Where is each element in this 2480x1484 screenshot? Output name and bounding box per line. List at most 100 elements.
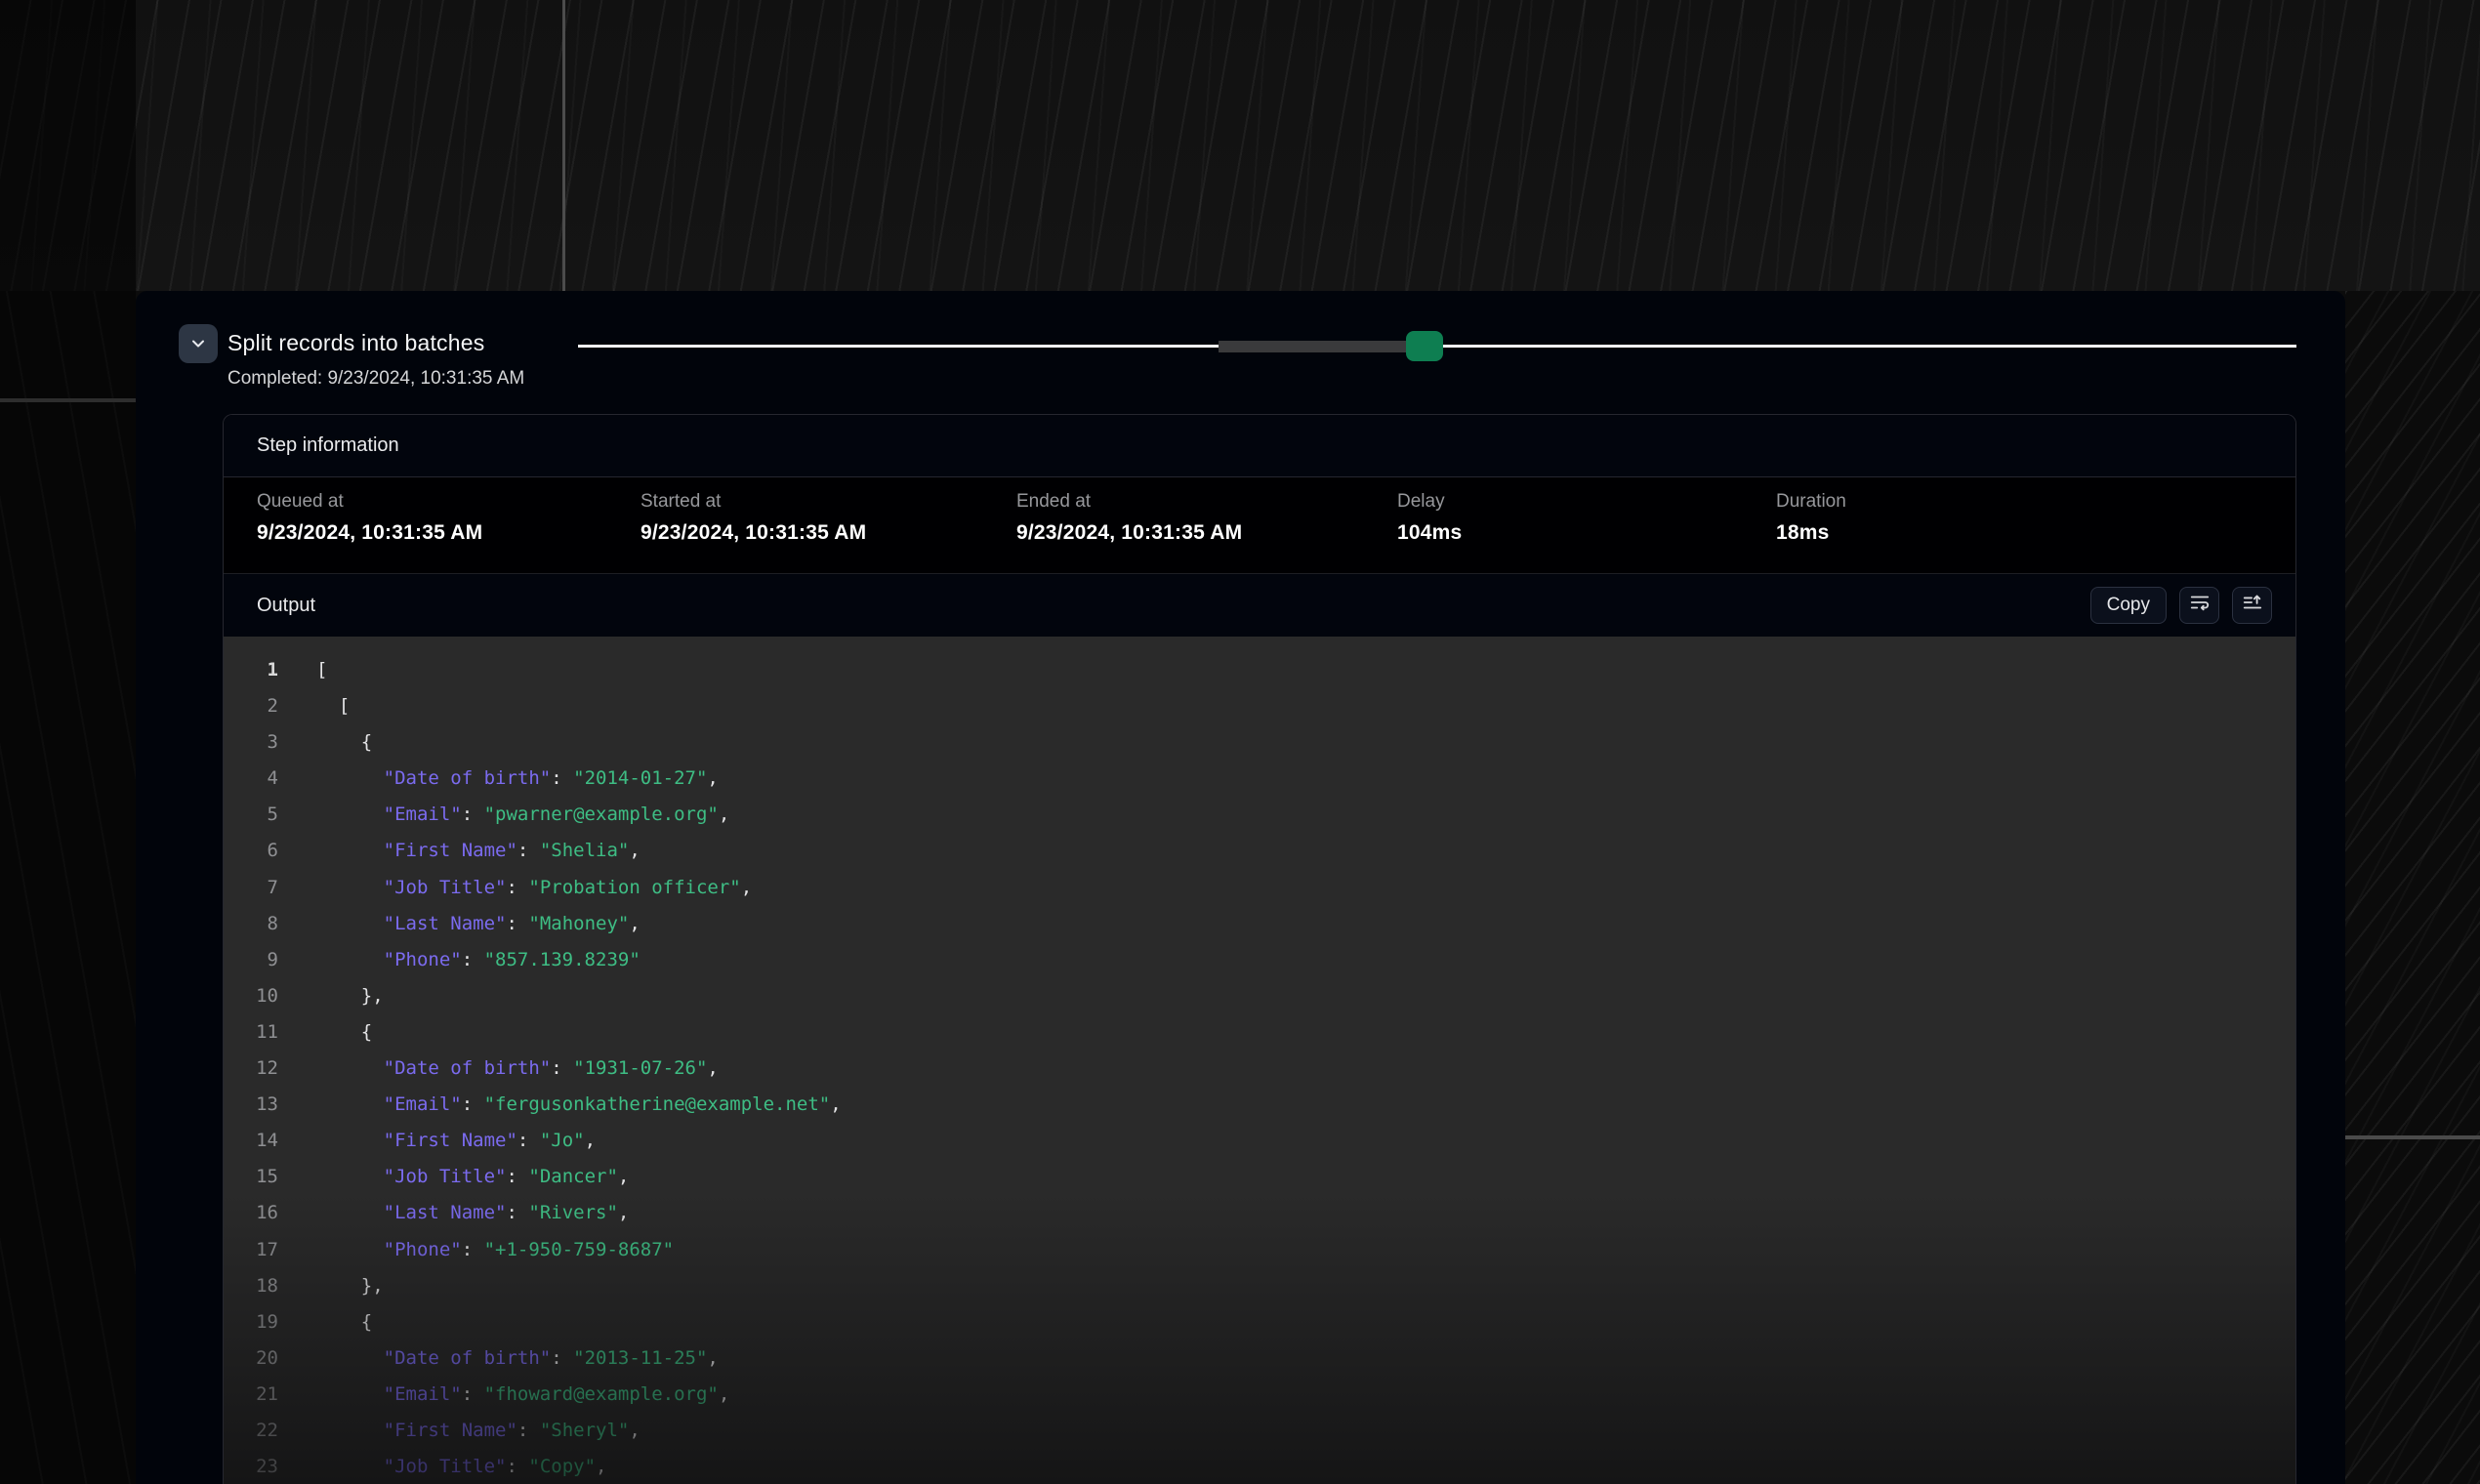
output-code-viewer[interactable]: 1[2 [3 {4 "Date of birth": "2014-01-27",… — [224, 637, 2295, 1484]
playback-progress-slider[interactable] — [578, 327, 2296, 366]
code-line: 3 { — [224, 724, 2295, 761]
field-label: Ended at — [1016, 491, 1242, 513]
line-number: 3 — [224, 724, 278, 761]
line-number: 12 — [224, 1051, 278, 1087]
line-number: 11 — [224, 1014, 278, 1051]
code-text: "Email": "pwarner@example.org", — [316, 797, 729, 833]
step-information-title: Step information — [257, 434, 399, 457]
canvas-texture-right — [2345, 291, 2480, 1484]
line-number: 4 — [224, 761, 278, 797]
canvas-shade-left — [0, 0, 136, 291]
step-status-completed: Completed: 9/23/2024, 10:31:35 AM — [227, 368, 524, 390]
code-line: 23 "Job Title": "Copy", — [224, 1449, 2295, 1484]
code-text: "First Name": "Shelia", — [316, 833, 641, 869]
line-number: 2 — [224, 688, 278, 724]
slider-thumb[interactable] — [1406, 331, 1443, 361]
field-value: 9/23/2024, 10:31:35 AM — [257, 521, 482, 545]
code-line: 13 "Email": "fergusonkatherine@example.n… — [224, 1087, 2295, 1123]
line-number: 7 — [224, 870, 278, 906]
chevron-down-icon — [188, 334, 208, 353]
canvas-texture-left — [0, 291, 136, 1484]
line-number: 18 — [224, 1268, 278, 1304]
copy-output-button[interactable]: Copy — [2090, 587, 2167, 624]
line-number: 9 — [224, 942, 278, 978]
step-information-card: Step information Queued at 9/23/2024, 10… — [223, 414, 2296, 1484]
code-line: 7 "Job Title": "Probation officer", — [224, 870, 2295, 906]
code-line: 4 "Date of birth": "2014-01-27", — [224, 761, 2295, 797]
field-label: Delay — [1397, 491, 1462, 513]
code-text: { — [316, 724, 372, 761]
code-text: "Last Name": "Mahoney", — [316, 906, 641, 942]
code-text: "Job Title": "Dancer", — [316, 1159, 629, 1195]
code-text: "Date of birth": "2014-01-27", — [316, 761, 719, 797]
code-line: 1[ — [224, 652, 2295, 688]
code-text: }, — [316, 1268, 384, 1304]
canvas-connector-right-line — [2345, 1135, 2480, 1139]
step-information-header: Step information — [224, 415, 2295, 477]
canvas-texture-top — [0, 0, 2480, 291]
code-text: { — [316, 1014, 372, 1051]
code-line: 18 }, — [224, 1268, 2295, 1304]
code-line: 22 "First Name": "Sheryl", — [224, 1413, 2295, 1449]
output-header-row: Output Copy — [224, 574, 2295, 637]
slider-buffer-segment — [1219, 341, 1409, 352]
code-text: { — [316, 1304, 372, 1340]
scroll-to-top-icon — [2242, 592, 2263, 619]
code-text: [ — [316, 652, 327, 688]
field-value: 9/23/2024, 10:31:35 AM — [641, 521, 866, 545]
collapse-step-button[interactable] — [179, 324, 218, 363]
output-actions: Copy — [2090, 587, 2272, 624]
field-value: 9/23/2024, 10:31:35 AM — [1016, 521, 1242, 545]
code-line: 17 "Phone": "+1-950-759-8687" — [224, 1232, 2295, 1268]
field-ended-at: Ended at 9/23/2024, 10:31:35 AM — [1016, 491, 1242, 545]
field-duration: Duration 18ms — [1776, 491, 1846, 545]
code-lines-container: 1[2 [3 {4 "Date of birth": "2014-01-27",… — [224, 637, 2295, 1484]
code-text: [ — [316, 688, 350, 724]
wrap-text-button[interactable] — [2179, 587, 2219, 624]
line-number: 1 — [224, 652, 278, 688]
field-label: Started at — [641, 491, 866, 513]
line-number: 23 — [224, 1449, 278, 1484]
code-line: 16 "Last Name": "Rivers", — [224, 1195, 2295, 1231]
line-number: 13 — [224, 1087, 278, 1123]
code-text: "Date of birth": "2013-11-25", — [316, 1340, 719, 1377]
code-line: 10 }, — [224, 978, 2295, 1014]
code-line: 14 "First Name": "Jo", — [224, 1123, 2295, 1159]
code-text: "Email": "fergusonkatherine@example.net"… — [316, 1087, 842, 1123]
timing-fields-row: Queued at 9/23/2024, 10:31:35 AM Started… — [224, 477, 2295, 574]
code-line: 21 "Email": "fhoward@example.org", — [224, 1377, 2295, 1413]
line-number: 20 — [224, 1340, 278, 1377]
field-label: Queued at — [257, 491, 482, 513]
step-title: Split records into batches — [227, 330, 484, 356]
code-text: "Date of birth": "1931-07-26", — [316, 1051, 719, 1087]
line-number: 10 — [224, 978, 278, 1014]
code-text: "Job Title": "Probation officer", — [316, 870, 752, 906]
code-line: 20 "Date of birth": "2013-11-25", — [224, 1340, 2295, 1377]
canvas-connector-left-line — [0, 398, 136, 402]
field-delay: Delay 104ms — [1397, 491, 1462, 545]
field-value: 18ms — [1776, 521, 1846, 545]
line-number: 8 — [224, 906, 278, 942]
line-number: 21 — [224, 1377, 278, 1413]
line-number: 5 — [224, 797, 278, 833]
output-title: Output — [257, 595, 315, 617]
line-number: 16 — [224, 1195, 278, 1231]
line-number: 6 — [224, 833, 278, 869]
code-line: 19 { — [224, 1304, 2295, 1340]
field-value: 104ms — [1397, 521, 1462, 545]
code-line: 12 "Date of birth": "1931-07-26", — [224, 1051, 2295, 1087]
code-text: "Phone": "857.139.8239" — [316, 942, 641, 978]
code-line: 6 "First Name": "Shelia", — [224, 833, 2295, 869]
line-number: 14 — [224, 1123, 278, 1159]
code-line: 5 "Email": "pwarner@example.org", — [224, 797, 2295, 833]
code-line: 11 { — [224, 1014, 2295, 1051]
field-started-at: Started at 9/23/2024, 10:31:35 AM — [641, 491, 866, 545]
scroll-to-top-button[interactable] — [2232, 587, 2272, 624]
line-number: 15 — [224, 1159, 278, 1195]
code-text: "Last Name": "Rivers", — [316, 1195, 629, 1231]
canvas-connector-vertical-line — [562, 0, 565, 291]
code-text: "Job Title": "Copy", — [316, 1449, 606, 1484]
code-text: "First Name": "Sheryl", — [316, 1413, 641, 1449]
code-line: 9 "Phone": "857.139.8239" — [224, 942, 2295, 978]
wrap-text-icon — [2189, 592, 2211, 619]
